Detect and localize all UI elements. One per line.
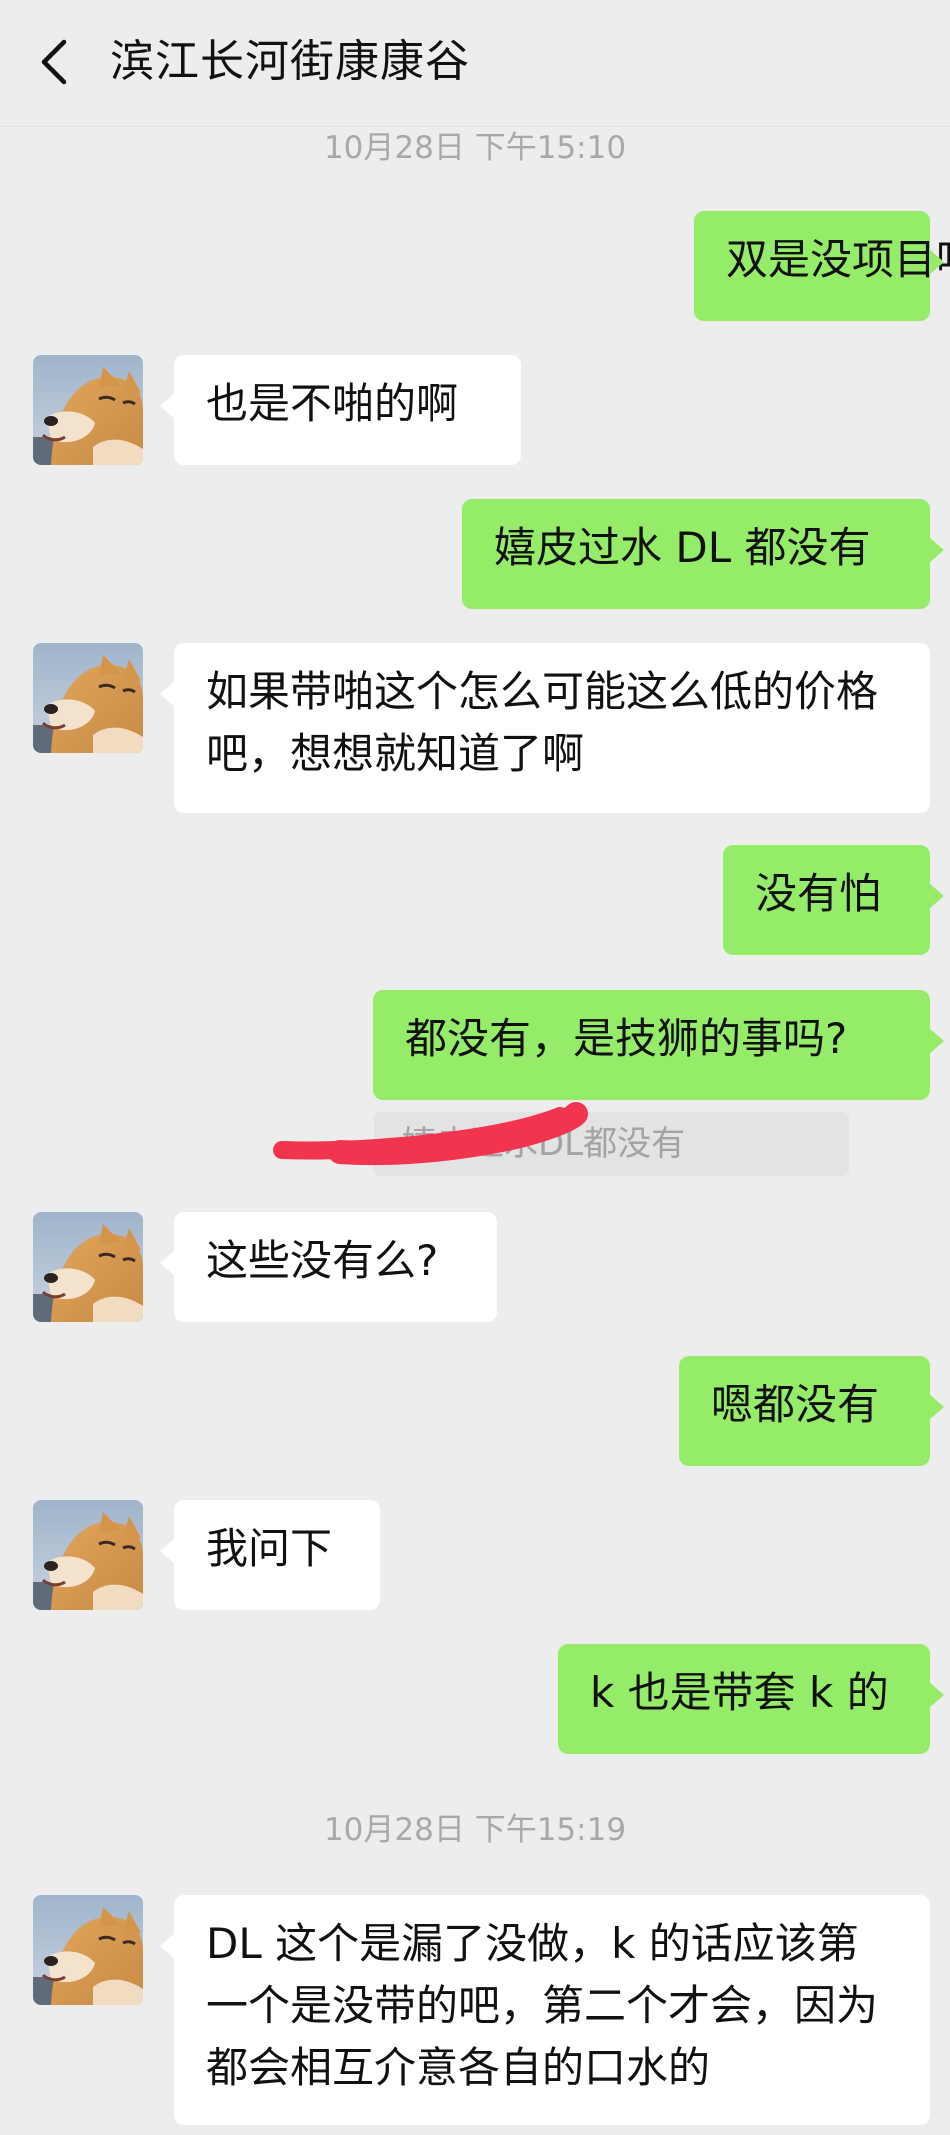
avatar[interactable] bbox=[33, 1895, 143, 2005]
message-timestamp: 10月28日 下午15:10 bbox=[323, 130, 627, 166]
message-bubble-other[interactable]: 也是不啪的啊 bbox=[160, 355, 521, 465]
shiba-dog-avatar bbox=[33, 355, 143, 465]
message-bubble-self[interactable]: 双是没项目吗 bbox=[694, 211, 950, 321]
avatar[interactable] bbox=[33, 1212, 143, 1322]
shiba-dog-avatar bbox=[33, 1895, 143, 2005]
message-bubble-self[interactable]: 嬉皮过水 DL 都没有 bbox=[462, 499, 944, 609]
chat-header: 滨江长河街康康谷 bbox=[0, 0, 950, 127]
message-bubble-self[interactable]: 都没有，是技狮的事吗? bbox=[373, 990, 944, 1100]
chevron-left-icon[interactable] bbox=[30, 32, 80, 92]
message-bubble-other[interactable]: 如果带啪这个怎么可能这么低的价格吧，想想就知道了啊 bbox=[160, 643, 930, 813]
quoted-message[interactable]: 嬉皮过水DL都没有 bbox=[374, 1112, 849, 1176]
avatar[interactable] bbox=[33, 1500, 143, 1610]
message-bubble-other[interactable]: 这些没有么? bbox=[160, 1212, 497, 1322]
message-bubble-self[interactable]: k 也是带套 k 的 bbox=[558, 1644, 944, 1754]
message-bubble-other[interactable]: 我问下 bbox=[160, 1500, 380, 1610]
message-timestamp: 10月28日 下午15:19 bbox=[323, 1812, 627, 1848]
message-bubble-other[interactable]: DL 这个是漏了没做，k 的话应该第一个是没带的吧，第二个才会，因为都会相互介意… bbox=[160, 1895, 930, 2125]
avatar[interactable] bbox=[33, 643, 143, 753]
shiba-dog-avatar bbox=[33, 643, 143, 753]
shiba-dog-avatar bbox=[33, 1500, 143, 1610]
message-bubble-self[interactable]: 嗯都没有 bbox=[679, 1356, 944, 1466]
chat-title: 滨江长河街康康谷 bbox=[110, 36, 470, 87]
shiba-dog-avatar bbox=[33, 1212, 143, 1322]
avatar[interactable] bbox=[33, 355, 143, 465]
message-bubble-self[interactable]: 没有怕 bbox=[723, 845, 944, 955]
